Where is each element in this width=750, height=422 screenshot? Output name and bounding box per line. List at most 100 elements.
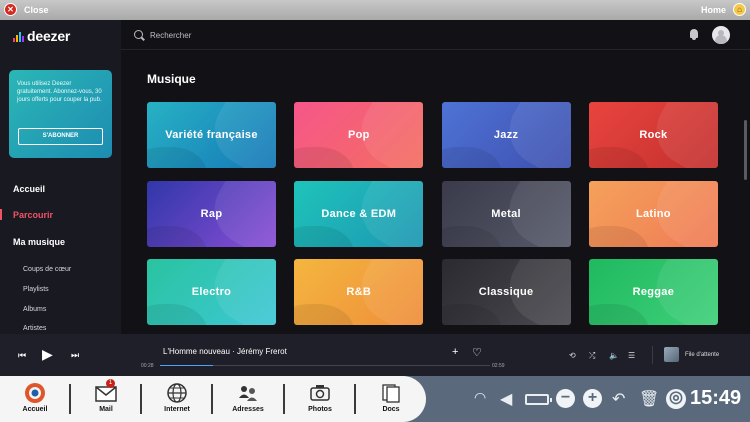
- genre-tile[interactable]: Jazz: [441, 102, 571, 168]
- camera-icon: [310, 385, 330, 401]
- sidebar-item-accueil[interactable]: Accueil: [0, 184, 121, 194]
- genre-label: Metal: [491, 207, 521, 220]
- queue-label[interactable]: File d'attente: [685, 352, 719, 358]
- back-icon[interactable]: ↶: [612, 389, 625, 409]
- genre-tile[interactable]: Rap: [147, 180, 276, 247]
- search-bar: [121, 20, 750, 50]
- volume-icon[interactable]: 🔈: [609, 351, 619, 360]
- heart-icon[interactable]: ♡: [472, 346, 482, 359]
- genre-label: Electro: [191, 286, 232, 298]
- previous-icon[interactable]: ⏮: [18, 350, 26, 361]
- genre-label: Classique: [478, 286, 534, 298]
- genre-tile[interactable]: Latino: [588, 180, 718, 247]
- add-icon[interactable]: +: [452, 346, 458, 358]
- close-icon[interactable]: ✕: [4, 3, 17, 16]
- dock-label: Accueil: [22, 406, 48, 413]
- help-icon[interactable]: ◎: [666, 389, 686, 409]
- shuffle-icon[interactable]: ⤮: [589, 351, 595, 361]
- track-title[interactable]: L'Homme nouveau · Jérémy Frerot: [163, 347, 287, 356]
- dock-separator: [283, 384, 285, 414]
- clock: 15:49: [690, 387, 742, 409]
- globe-icon: [167, 383, 187, 403]
- genre-tile[interactable]: Metal: [441, 180, 571, 247]
- mail-badge: 1: [106, 379, 115, 388]
- dock-separator: [354, 384, 356, 414]
- dock-separator: [140, 384, 142, 414]
- home-icon: [25, 383, 45, 403]
- avatar[interactable]: [712, 26, 730, 44]
- progress-bar[interactable]: [160, 365, 490, 366]
- scrollbar[interactable]: [744, 120, 747, 180]
- dock-item-docs[interactable]: Docs: [361, 376, 421, 422]
- dock-item-mail[interactable]: 1 Mail: [76, 376, 136, 422]
- bell-icon[interactable]: [690, 29, 698, 40]
- trash-icon[interactable]: 🗑: [639, 389, 659, 409]
- close-button[interactable]: Close: [24, 5, 49, 15]
- home-icon[interactable]: ⌂: [733, 3, 746, 16]
- sidebar-item-coups-de-coeur[interactable]: Coups de cœur: [23, 266, 71, 273]
- dock-label: Adresses: [232, 406, 264, 413]
- genre-tile[interactable]: Rock: [588, 102, 718, 168]
- zoom-out-icon[interactable]: −: [556, 389, 575, 408]
- dock-item-accueil[interactable]: Accueil: [5, 376, 65, 422]
- speaker-icon[interactable]: ◀: [500, 389, 512, 409]
- duration-time: 02:59: [492, 363, 505, 369]
- player-divider: [652, 346, 653, 364]
- genre-tile[interactable]: Classique: [441, 259, 571, 325]
- promo-text: Vous utilisez Deezer gratuitement. Abonn…: [17, 81, 102, 103]
- genre-tile[interactable]: Variété française: [147, 102, 276, 168]
- wifi-icon[interactable]: ◠: [474, 389, 486, 406]
- elapsed-time: 00:28: [141, 363, 154, 369]
- genre-label: Reggae: [632, 286, 675, 298]
- sidebar: deezer Vous utilisez Deezer gratuitement…: [0, 20, 121, 334]
- dock-item-adresses[interactable]: Adresses: [218, 376, 278, 422]
- genre-label: Jazz: [493, 129, 519, 141]
- genre-label: Rap: [200, 207, 223, 220]
- play-icon[interactable]: ▶: [42, 346, 53, 363]
- dock-separator: [211, 384, 213, 414]
- genre-label: R&B: [346, 286, 372, 298]
- genre-label: Rock: [639, 129, 668, 141]
- queue-cover[interactable]: [664, 347, 679, 362]
- system-topbar: ✕ Close Home ⌂: [0, 0, 750, 20]
- home-button[interactable]: Home: [701, 5, 726, 15]
- sidebar-item-ma-musique[interactable]: Ma musique: [0, 237, 121, 247]
- genre-tile[interactable]: Reggae: [588, 259, 718, 325]
- system-dock: Accueil 1 Mail Internet Adresses Photos …: [0, 376, 750, 422]
- repeat-icon[interactable]: ⟲: [569, 351, 576, 360]
- logo-text: deezer: [27, 28, 71, 44]
- genre-grid: Variété française Pop Jazz Rock Rap Dance & E…: [147, 102, 718, 326]
- search-input[interactable]: [150, 27, 450, 43]
- dock-item-internet[interactable]: Internet: [147, 376, 207, 422]
- progress-fill: [160, 365, 213, 366]
- sidebar-item-playlists[interactable]: Playlists: [23, 286, 49, 293]
- sidebar-item-albums[interactable]: Albums: [23, 306, 46, 313]
- genre-tile[interactable]: Dance & EDM: [294, 180, 424, 247]
- subscribe-button[interactable]: S'ABONNER: [18, 128, 103, 145]
- sidebar-item-parcourir[interactable]: Parcourir: [0, 209, 121, 220]
- search-icon[interactable]: [134, 30, 143, 39]
- genre-tile[interactable]: Electro: [147, 259, 276, 325]
- genre-label: Pop: [347, 129, 370, 141]
- dock-label: Mail: [99, 406, 113, 413]
- genre-tile[interactable]: R&B: [294, 259, 424, 325]
- genre-label: Latino: [635, 207, 671, 220]
- dock-separator: [69, 384, 71, 414]
- section-title: Musique: [147, 72, 196, 86]
- player-bar: ⏮ ▶ ⏭ L'Homme nouveau · Jérémy Frerot 00…: [0, 334, 750, 376]
- deezer-logo[interactable]: deezer: [13, 28, 70, 44]
- zoom-in-icon[interactable]: +: [583, 389, 602, 408]
- dock-item-photos[interactable]: Photos: [290, 376, 350, 422]
- dock-label: Internet: [164, 406, 190, 413]
- next-icon[interactable]: ⏭: [71, 350, 79, 361]
- main-content: Musique Variété française Pop Jazz Rock Rap D…: [121, 20, 750, 334]
- genre-tile[interactable]: Pop: [294, 102, 424, 168]
- sidebar-item-artistes[interactable]: Artistes: [23, 325, 46, 332]
- dock-label: Docs: [382, 406, 400, 413]
- promo-card: Vous utilisez Deezer gratuitement. Abonn…: [9, 70, 112, 158]
- equalizer-icon[interactable]: ☰: [628, 351, 635, 360]
- dock-label: Photos: [308, 406, 332, 413]
- dock-launcher: Accueil 1 Mail Internet Adresses Photos …: [0, 376, 426, 422]
- contacts-icon: [239, 386, 257, 401]
- genre-label: Dance & EDM: [321, 207, 397, 220]
